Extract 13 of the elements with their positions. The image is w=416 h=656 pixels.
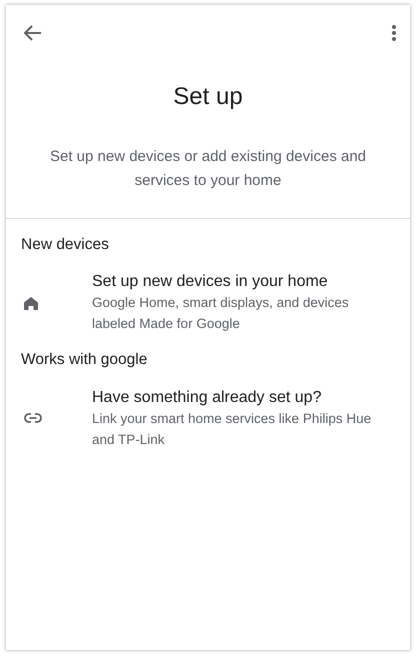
home-icon xyxy=(24,295,38,312)
section-heading: New devices xyxy=(20,235,110,255)
page-subtitle: Set up new devices or add existing devices and services to your home xyxy=(48,147,368,191)
option-title: Set up new devices in your home xyxy=(92,272,329,292)
setup-option[interactable]: Set up new devices in your home Google Home, smart displays, and devices labeled Made for Google xyxy=(6,256,410,334)
option-title: Have something already set up? xyxy=(92,388,322,408)
option-description: Google Home, smart displays, and devices labeled Made for Google xyxy=(92,294,350,334)
section-heading: Works with google xyxy=(20,350,148,370)
more-options-button[interactable] xyxy=(392,25,396,41)
page-title: Set up xyxy=(172,82,244,112)
option-description: Link your smart home services like Philips Hue and TP-Link xyxy=(92,410,372,448)
setup-option[interactable]: Have something already set up? Link your smart home services like Philips Hue and TP-Link xyxy=(6,372,410,450)
back-button[interactable] xyxy=(24,25,42,41)
